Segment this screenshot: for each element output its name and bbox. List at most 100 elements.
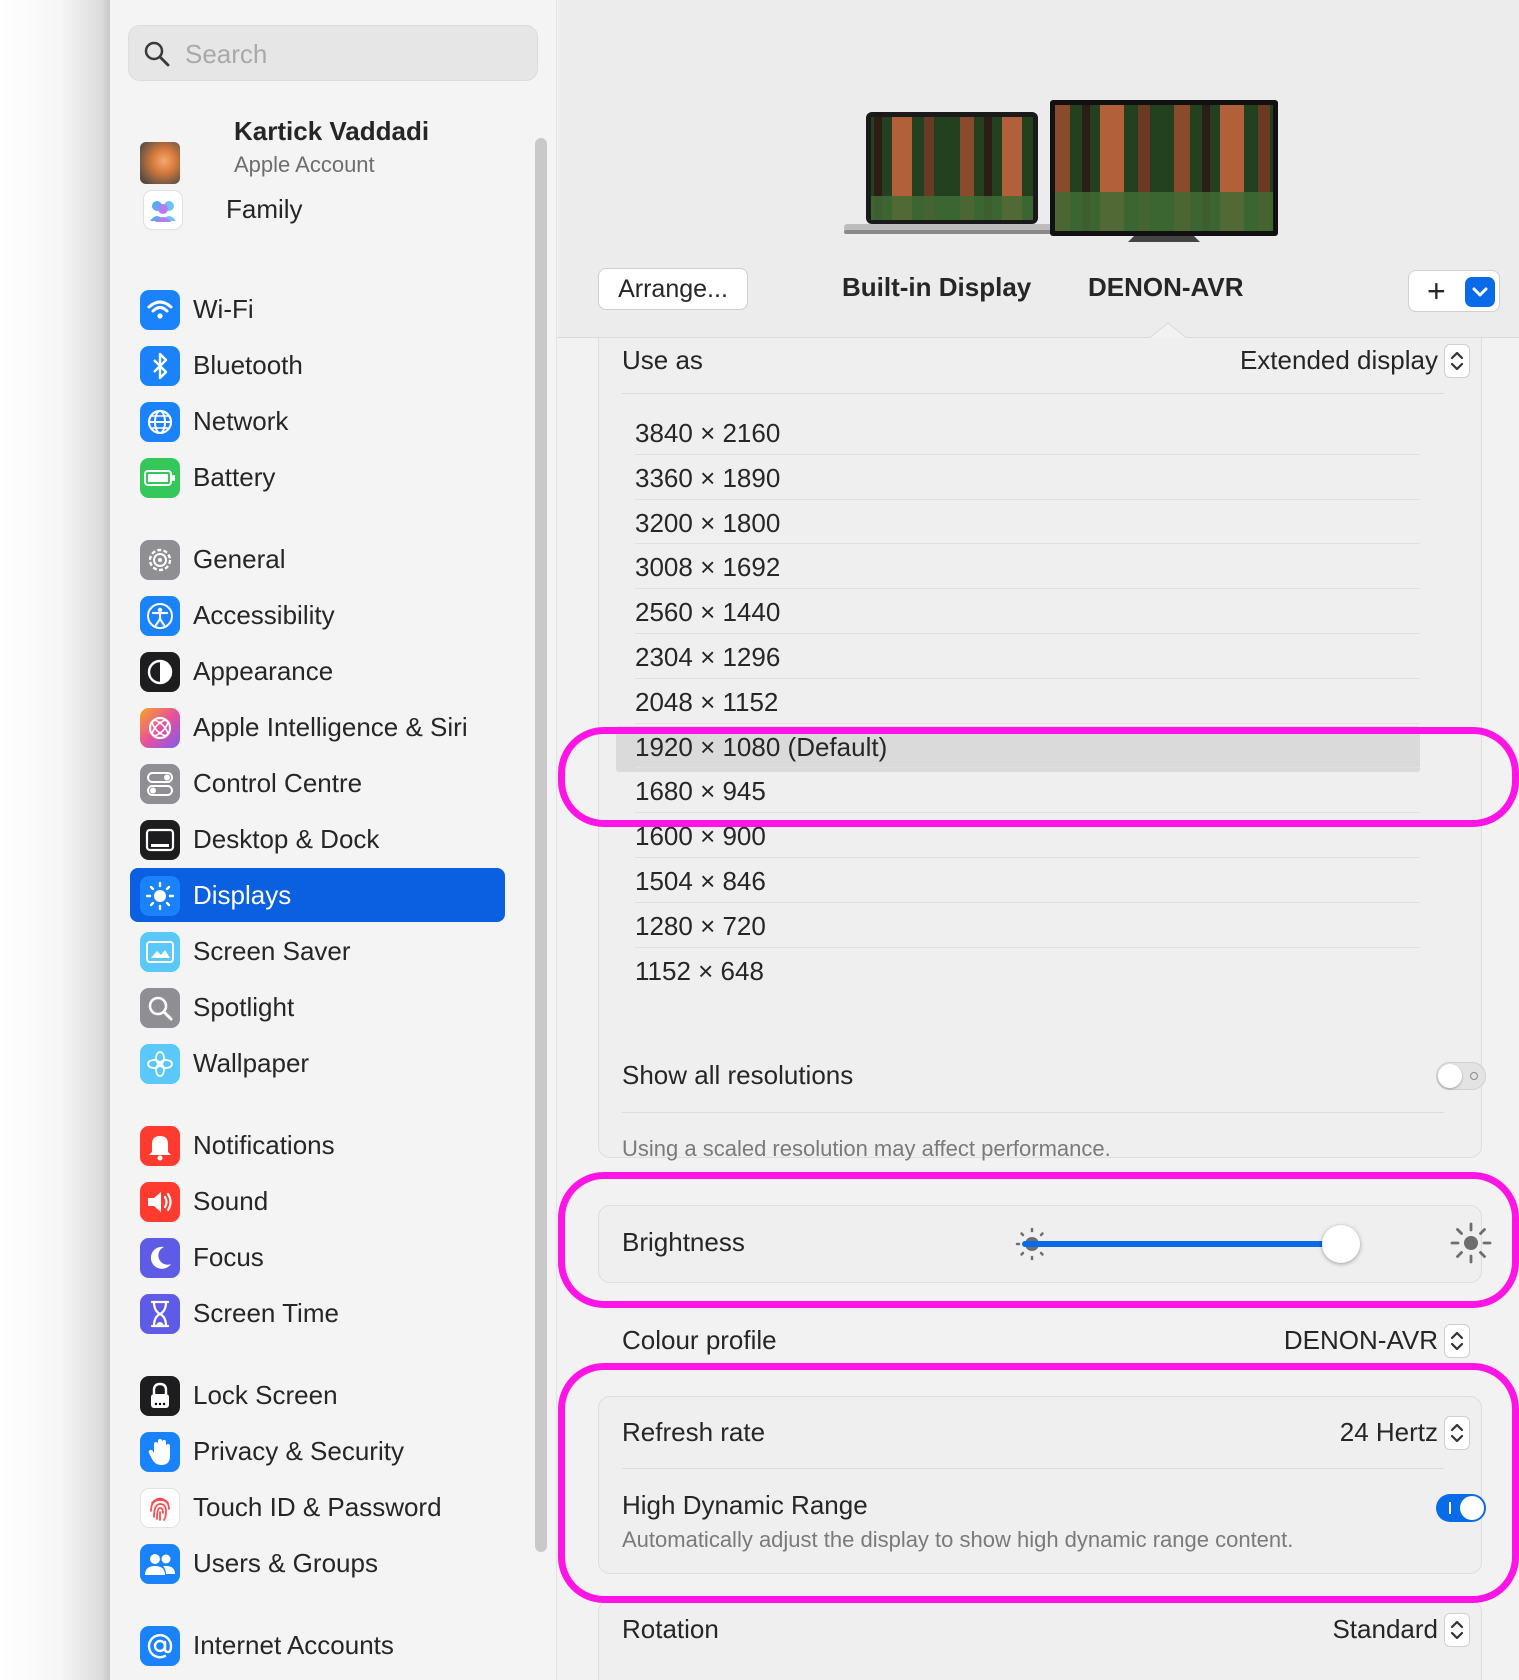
sidebar-item-privacy-security[interactable]: Privacy & Security	[130, 1424, 505, 1478]
sidebar-item-label: Apple Intelligence & Siri	[193, 712, 468, 742]
resolution-option[interactable]: 3200 × 1800	[635, 508, 780, 539]
add-display-button[interactable]: +	[1427, 273, 1446, 310]
sidebar-item-lock-screen[interactable]: Lock Screen	[130, 1368, 505, 1422]
screen-saver-icon	[140, 932, 180, 972]
resolution-option[interactable]: 3840 × 2160	[635, 418, 780, 449]
sidebar-item-label: Users & Groups	[193, 1548, 378, 1578]
sidebar-item-accessibility[interactable]: Accessibility	[130, 588, 505, 642]
resolution-option[interactable]: 3360 × 1890	[635, 463, 780, 494]
users-icon	[140, 1544, 180, 1584]
at-icon	[140, 1626, 180, 1666]
builtin-display-label[interactable]: Built-in Display	[842, 272, 1031, 303]
resolution-option[interactable]: 2048 × 1152	[635, 687, 778, 718]
sidebar-item-label: Notifications	[193, 1130, 335, 1160]
sidebar-item-displays[interactable]: Displays	[130, 868, 505, 922]
up-down-chevron-icon[interactable]	[1444, 344, 1470, 378]
sidebar-item-notifications[interactable]: Notifications	[130, 1118, 505, 1172]
sidebar-item-control-centre[interactable]: Control Centre	[130, 756, 505, 810]
arrange-button[interactable]: Arrange...	[598, 268, 748, 310]
sidebar-item-touch-id-password[interactable]: Touch ID & Password	[130, 1480, 505, 1534]
sidebar-item-screen-saver[interactable]: Screen Saver	[130, 924, 505, 978]
desktop-dock-icon	[140, 820, 180, 860]
external-display-label[interactable]: DENON-AVR	[1088, 272, 1244, 303]
highlight-refresh-hdr	[558, 1363, 1519, 1603]
use-as-label: Use as	[622, 345, 703, 375]
divider	[635, 857, 1420, 858]
sidebar-item-bluetooth[interactable]: Bluetooth	[130, 338, 505, 392]
sidebar-item-wi-fi[interactable]: Wi-Fi	[130, 282, 505, 336]
resolution-option[interactable]: 1280 × 720	[635, 911, 766, 942]
sidebar-item-label: Sound	[193, 1186, 269, 1216]
display-arrangement-header: Arrange... Built-in Display DENON-AVR +	[558, 0, 1519, 340]
sidebar-item-focus[interactable]: Focus	[130, 1230, 505, 1284]
wifi-icon	[140, 290, 180, 330]
resolution-option[interactable]: 1504 × 846	[635, 866, 766, 897]
sidebar-item-label: Displays	[193, 880, 292, 910]
sidebar-item-family[interactable]: Family	[130, 182, 505, 236]
resolution-option[interactable]: 2304 × 1296	[635, 642, 780, 673]
sidebar-item-internet-accounts[interactable]: Internet Accounts	[130, 1618, 505, 1672]
divider	[635, 946, 1420, 948]
scaled-resolution-note: Using a scaled resolution may affect per…	[622, 1136, 1111, 1161]
avatar	[140, 142, 180, 184]
magnifier-icon	[140, 988, 180, 1028]
up-down-chevron-icon[interactable]	[1444, 1613, 1470, 1647]
divider	[622, 1112, 1444, 1113]
sidebar-item-label: Wi-Fi	[193, 294, 254, 324]
sidebar-item-battery[interactable]: Battery	[130, 450, 505, 504]
sidebar-item-label: Privacy & Security	[193, 1436, 404, 1466]
sidebar-item-label: Internet Accounts	[193, 1630, 394, 1660]
sidebar-item-desktop-dock[interactable]: Desktop & Dock	[130, 812, 505, 866]
show-all-resolutions-toggle[interactable]	[1436, 1062, 1486, 1090]
sidebar-item-label: Touch ID & Password	[193, 1492, 442, 1522]
divider	[622, 393, 1444, 394]
denon-avr-display-thumbnail[interactable]	[1050, 100, 1278, 244]
divider	[635, 901, 1420, 903]
resolution-option[interactable]: 3008 × 1692	[635, 552, 780, 583]
accessibility-icon	[140, 596, 180, 636]
colour-profile-value[interactable]: DENON-AVR	[1284, 1325, 1438, 1356]
account-subtitle: Apple Account	[234, 152, 375, 177]
builtin-display-thumbnail[interactable]	[844, 108, 1060, 236]
divider	[635, 498, 1420, 500]
sidebar-item-label: Lock Screen	[193, 1380, 338, 1410]
divider	[635, 677, 1420, 679]
use-as-value[interactable]: Extended display	[1240, 345, 1438, 376]
lock-icon	[140, 1376, 180, 1416]
sidebar-item-sound[interactable]: Sound	[130, 1174, 505, 1228]
divider	[635, 453, 1420, 455]
battery-icon	[140, 458, 180, 498]
bluetooth-icon	[140, 346, 180, 386]
chevron-down-icon[interactable]	[1465, 277, 1495, 307]
apple-account[interactable]: Kartick Vaddadi Apple Account	[140, 112, 520, 192]
sidebar-item-appearance[interactable]: Appearance	[130, 644, 505, 698]
hand-icon	[140, 1432, 180, 1472]
resolution-option[interactable]: 1152 × 648	[635, 956, 764, 987]
gear-icon	[140, 540, 180, 580]
divider	[635, 543, 1420, 545]
sidebar-item-wallpaper[interactable]: Wallpaper	[130, 1036, 505, 1090]
sidebar-scrollbar[interactable]	[535, 138, 547, 1552]
resolution-option[interactable]: 2560 × 1440	[635, 597, 780, 628]
divider	[635, 722, 1420, 724]
appearance-icon	[140, 652, 180, 692]
up-down-chevron-icon[interactable]	[1444, 1324, 1470, 1358]
rotation-value[interactable]: Standard	[1332, 1614, 1438, 1645]
sidebar-item-general[interactable]: General	[130, 532, 505, 586]
add-display-control[interactable]: +	[1408, 270, 1500, 312]
sidebar-item-label: Accessibility	[193, 600, 335, 630]
sidebar-item-label: General	[193, 544, 286, 574]
sidebar-item-screen-time[interactable]: Screen Time	[130, 1286, 505, 1340]
show-all-resolutions-label: Show all resolutions	[622, 1060, 854, 1090]
sidebar-item-label: Wallpaper	[193, 1048, 310, 1078]
family-icon	[143, 190, 183, 230]
rotation-label: Rotation	[622, 1614, 719, 1644]
sidebar-item-users-groups[interactable]: Users & Groups	[130, 1536, 505, 1590]
colour-profile-label: Colour profile	[622, 1325, 777, 1355]
sidebar-item-apple-intelligence-siri[interactable]: Apple Intelligence & Siri	[130, 700, 505, 754]
control-centre-icon	[140, 764, 180, 804]
sidebar-item-spotlight[interactable]: Spotlight	[130, 980, 505, 1034]
sidebar-item-label: Appearance	[193, 656, 334, 686]
search-field[interactable]: Search	[128, 25, 538, 81]
sidebar-item-network[interactable]: Network	[130, 394, 505, 448]
